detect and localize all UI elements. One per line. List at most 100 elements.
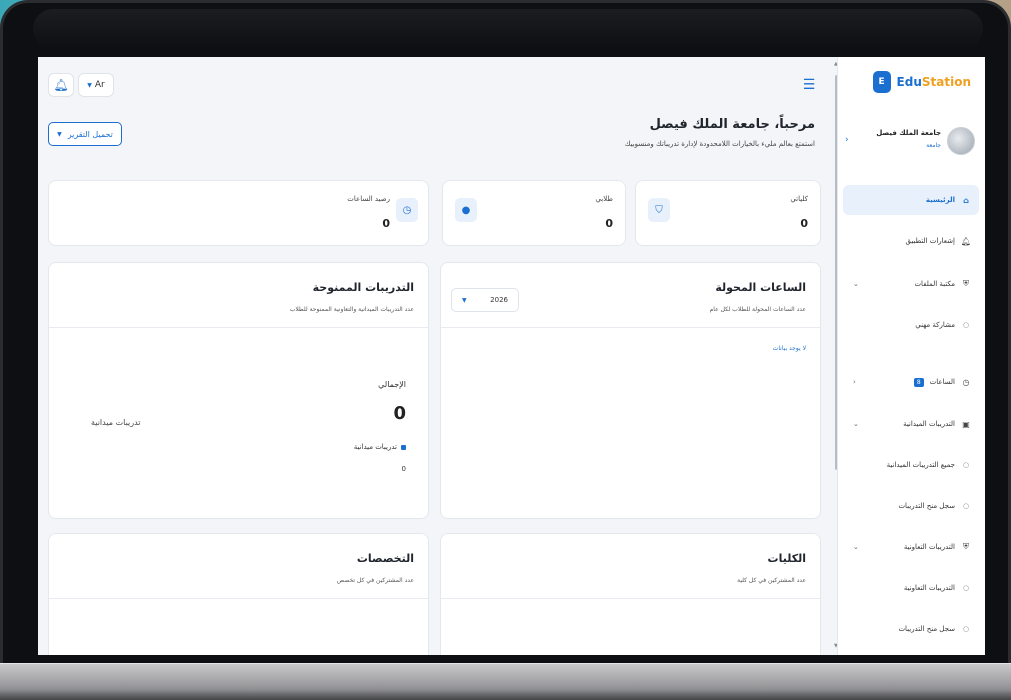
- app-screen: 🔔︎ ▼ Ar ☰ مرحباً، جامعة الملك فيصل استمت…: [38, 57, 985, 655]
- brand-station: Station: [921, 75, 971, 89]
- book-icon: ▣: [962, 419, 970, 429]
- laptop-base: [0, 663, 1011, 700]
- sidebar-item-label: التدريبات الميدانية: [903, 420, 955, 428]
- stat-value: 0: [800, 217, 808, 230]
- bell-icon: 🔔︎: [53, 78, 69, 92]
- sidebar-item-label: الساعات: [929, 378, 955, 386]
- stat-label: كلياتي: [790, 195, 808, 203]
- sidebar-item-label: مشاركة مهني: [915, 321, 955, 329]
- circle-icon: ○: [962, 625, 970, 633]
- chevron-down-icon: ⌄: [853, 420, 859, 428]
- sidebar-item-files-library[interactable]: ⛨ مكتبة الملفات ⌄: [843, 269, 979, 299]
- menu-toggle-button[interactable]: ☰: [798, 75, 820, 95]
- hours-badge: 8: [913, 377, 924, 387]
- avatar: [947, 127, 975, 155]
- chevron-left-icon: ‹: [853, 378, 856, 386]
- panel-title: الكليات: [767, 552, 806, 565]
- panel-subtitle: عدد المشتركين في كل تخصص: [336, 577, 414, 584]
- stat-card-students: طلابي 0 ●: [442, 180, 626, 246]
- stat-card-hours-balance: رصيد الساعات 0 ◷: [48, 180, 429, 246]
- graduation-icon: ⛉: [648, 198, 670, 222]
- divider: [49, 327, 428, 328]
- divider: [441, 598, 820, 599]
- chevron-down-icon: ▼: [462, 296, 467, 304]
- sidebar-item-label: الرئيسية: [925, 196, 955, 204]
- profile-name: جامعة الملك فيصل: [876, 129, 941, 137]
- shield-icon: ⛨: [963, 542, 969, 551]
- clock-icon: ◷: [396, 198, 418, 222]
- year-select[interactable]: ▼ 2026: [451, 288, 519, 312]
- chevron-left-icon[interactable]: ‹: [845, 135, 849, 145]
- legend-item: تدريبات ميدانية: [354, 443, 406, 451]
- stat-label: طلابي: [595, 195, 613, 203]
- sidebar-item-label: جميع التدريبات الميدانية: [886, 461, 955, 469]
- sidebar-item-training-grants-log[interactable]: ○ سجل منح التدريبات: [843, 491, 979, 521]
- bell-icon: 🔔︎: [960, 236, 971, 246]
- sidebar-item-hours[interactable]: ◷ الساعات 8 ‹: [843, 367, 979, 397]
- granted-trainings-panel: التدريبات الممنوحة عدد التدريبات الميدان…: [48, 262, 429, 519]
- legend-label: تدريبات ميدانية: [353, 443, 397, 451]
- language-label: Ar: [94, 80, 105, 90]
- sidebar-item-professional-share[interactable]: ○ مشاركة مهني: [843, 310, 979, 340]
- chevron-down-icon: ▼: [57, 130, 62, 138]
- total-label: الإجمالي: [378, 380, 406, 389]
- sidebar-item-home[interactable]: ⌂ الرئيسية: [843, 185, 979, 215]
- brand-edu: Edu: [896, 75, 922, 89]
- panel-title: التدريبات الممنوحة: [312, 281, 414, 294]
- download-report-button[interactable]: تحميل التقرير ▼: [48, 122, 122, 146]
- pie-label: تدريبات ميدانية: [91, 418, 141, 427]
- chevron-down-icon: ⌄: [853, 280, 859, 288]
- circle-icon: ○: [962, 461, 970, 469]
- divider: [49, 598, 428, 599]
- logo-text: EduStation: [897, 75, 971, 89]
- home-icon: ⌂: [963, 195, 969, 205]
- hamburger-icon: ☰: [802, 77, 816, 93]
- sidebar-item-all-field-trainings[interactable]: ○ جميع التدريبات الميدانية: [843, 450, 979, 480]
- stat-value: 0: [382, 217, 390, 230]
- sidebar-item-label: سجل منح التدريبات: [898, 625, 955, 633]
- download-label: تحميل التقرير: [67, 129, 113, 139]
- page-subtitle: استمتع بعالم مليء بالخيارات اللامحدودة ل…: [624, 140, 815, 148]
- panel-title: التخصصات: [356, 552, 414, 565]
- profile-card[interactable]: جامعة الملك فيصل جامعة ‹: [837, 111, 985, 171]
- sidebar-item-label: إشعارات التطبيق: [905, 237, 955, 245]
- sidebar-item-field-trainings[interactable]: ▣ التدريبات الميدانية ⌄: [843, 409, 979, 439]
- stat-card-colleges: كلياتي 0 ⛉: [635, 180, 821, 246]
- language-select[interactable]: ▼ Ar: [78, 73, 114, 97]
- panel-title: الساعات المحولة: [715, 281, 806, 294]
- app-logo: E EduStation: [872, 71, 971, 93]
- notifications-button[interactable]: 🔔︎: [48, 73, 74, 97]
- page-title: مرحباً، جامعة الملك فيصل: [649, 117, 815, 132]
- no-data-text: لا يوجد بيانات: [772, 345, 806, 352]
- sidebar: E EduStation جامعة الملك فيصل جامعة ‹ ⌂ …: [837, 57, 985, 655]
- year-value: 2026: [490, 296, 508, 304]
- total-value: 0: [393, 403, 406, 424]
- chevron-down-icon: ▼: [87, 81, 92, 89]
- welcome-block: مرحباً، جامعة الملك فيصل استمتع بعالم مل…: [625, 117, 815, 148]
- circle-icon: ○: [962, 321, 970, 329]
- bezel-shine: [33, 9, 983, 49]
- circle-icon: ○: [962, 584, 970, 592]
- sidebar-item-label: التدريبات التعاونية: [903, 584, 955, 592]
- sidebar-item-coop-grants-log[interactable]: ○ سجل منح التدريبات: [843, 614, 979, 644]
- profile-role: جامعة: [926, 142, 941, 149]
- main-content: 🔔︎ ▼ Ar ☰ مرحباً، جامعة الملك فيصل استمت…: [38, 57, 833, 655]
- sidebar-item-coop-trainings-list[interactable]: ○ التدريبات التعاونية: [843, 573, 979, 603]
- sidebar-item-notifications[interactable]: 🔔︎ إشعارات التطبيق: [843, 226, 979, 256]
- chevron-down-icon: ⌄: [853, 543, 859, 551]
- legend-value: 0: [401, 465, 406, 473]
- panel-subtitle: عدد المشتركين في كل كلية: [737, 577, 806, 584]
- sidebar-item-label: مكتبة الملفات: [914, 280, 955, 288]
- transferred-hours-panel: الساعات المحولة عدد الساعات المحولة للطل…: [440, 262, 821, 519]
- shield-icon: ⛨: [963, 279, 969, 288]
- panel-subtitle: عدد الساعات المحولة للطلاب لكل عام: [709, 306, 806, 313]
- majors-panel: التخصصات عدد المشتركين في كل تخصص: [48, 533, 429, 655]
- stat-label: رصيد الساعات: [347, 195, 390, 203]
- circle-icon: ○: [962, 502, 970, 510]
- panel-subtitle: عدد التدريبات الميدانية والتعاونية الممن…: [289, 306, 414, 313]
- stat-value: 0: [605, 217, 613, 230]
- divider: [441, 327, 820, 328]
- sidebar-item-coop-trainings[interactable]: ⛨ التدريبات التعاونية ⌄: [843, 532, 979, 562]
- legend-swatch: [401, 444, 406, 450]
- sidebar-item-label: التدريبات التعاونية: [903, 543, 955, 551]
